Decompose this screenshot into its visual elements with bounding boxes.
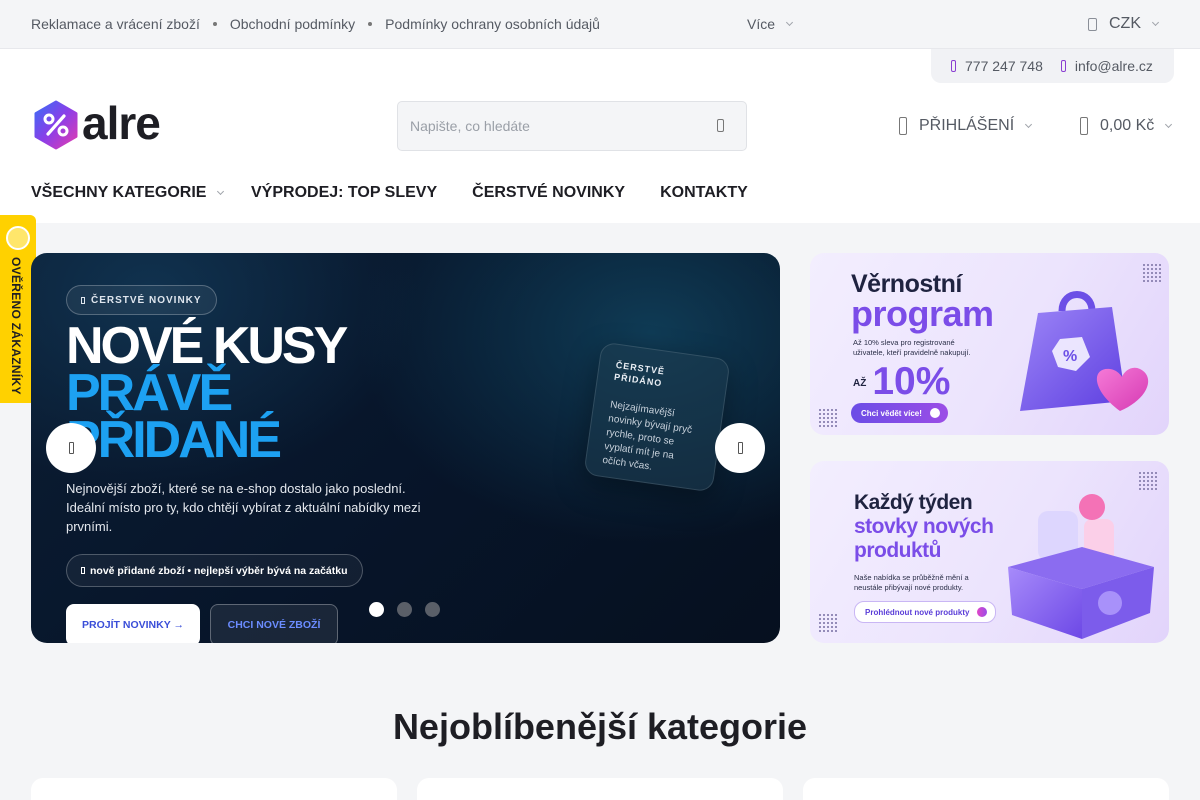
promo-prefix: AŽ — [853, 378, 867, 390]
decor-dots — [818, 408, 838, 428]
search-box — [397, 101, 747, 151]
chevron-down-icon — [785, 18, 794, 27]
phone-link[interactable]: 777 247 748 — [951, 58, 1043, 74]
search-icon[interactable] — [717, 119, 724, 132]
category-card[interactable] — [31, 778, 397, 800]
nav-new-arrivals[interactable]: ČERSTVÉ NOVINKY — [472, 184, 625, 202]
card-title: ČERSTVĚ PŘIDÁNO — [613, 359, 666, 389]
nav-sale[interactable]: VÝPRODEJ: TOP SLEVY — [251, 184, 437, 202]
top-links: Reklamace a vrácení zboží Obchodní podmí… — [31, 16, 600, 32]
seal-icon — [6, 226, 30, 250]
cart-button[interactable]: 0,00 Kč — [1080, 117, 1173, 135]
hero-title: NOVÉ KUSY PRÁVĚ PŘIDANÉ — [66, 317, 348, 469]
nav-all-categories[interactable]: VŠECHNY KATEGORIE — [31, 184, 251, 202]
badge-label: OVĚŘENO ZÁKAZNÍKY — [9, 257, 23, 395]
button-label: Chci vědět více! — [861, 408, 922, 418]
tag-icon — [81, 296, 85, 304]
login-label: PŘIHLÁŠENÍ — [919, 117, 1015, 134]
cart-icon — [1080, 117, 1088, 135]
more-label: Více — [747, 16, 776, 32]
loyalty-more-button[interactable]: Chci vědět více! — [851, 403, 948, 423]
chevron-down-icon — [1151, 18, 1160, 27]
slider-dot[interactable] — [369, 602, 384, 617]
contact-bar: 777 247 748 info@alre.cz — [931, 49, 1174, 83]
gift-box-icon — [1008, 494, 1154, 639]
hero-title-line2: PRÁVĚ — [66, 364, 233, 422]
currency-label: CZK — [1109, 15, 1141, 32]
svg-text:%: % — [1063, 348, 1077, 365]
card-body: Nejzajímavější novinky bývají pryč rychl… — [601, 399, 693, 473]
email-address: info@alre.cz — [1074, 58, 1153, 74]
phone-icon — [951, 60, 956, 72]
nav-contacts[interactable]: KONTAKTY — [660, 184, 748, 202]
link-privacy[interactable]: Podmínky ochrany osobních údajů — [385, 16, 600, 32]
logo[interactable]: alre — [33, 97, 183, 152]
decor-dots — [1138, 471, 1158, 491]
slider-next-button[interactable] — [715, 423, 765, 473]
link-complaints[interactable]: Reklamace a vrácení zboží — [31, 16, 200, 32]
cart-total: 0,00 Kč — [1100, 117, 1155, 134]
browse-new-products-button[interactable]: Prohlédnout nové produkty — [854, 601, 997, 623]
promo-title-accent: program — [851, 293, 994, 334]
promo-title: Každý týden — [854, 491, 973, 514]
phone-number: 777 247 748 — [965, 58, 1043, 74]
slider-dot[interactable] — [425, 602, 440, 617]
currency-selector[interactable]: CZK — [1088, 15, 1160, 33]
chevron-down-icon — [1025, 120, 1033, 129]
hero-tag-label: ČERSTVÉ NOVINKY — [91, 294, 202, 306]
hero-description: Nejnovější zboží, které se na e-shop dos… — [66, 481, 421, 534]
decor-dots — [818, 613, 838, 633]
tag-icon — [81, 567, 85, 574]
slider-dots — [369, 602, 453, 617]
promo-percent: 10% — [872, 360, 951, 403]
weekly-products-banner[interactable]: Každý týden stovky nových produktů Naše … — [810, 461, 1169, 643]
category-card[interactable] — [417, 778, 783, 800]
arrow-right-icon — [929, 408, 940, 418]
chevron-down-icon — [1165, 120, 1173, 129]
link-terms[interactable]: Obchodní podmínky — [230, 16, 355, 32]
header: 777 247 748 info@alre.cz alre Napište, c… — [0, 49, 1200, 223]
decor-dots — [1142, 263, 1162, 283]
login-button[interactable]: PŘIHLÁŠENÍ — [899, 117, 1033, 135]
chevron-down-icon — [217, 187, 225, 196]
hero-title-line3: PŘIDANÉ — [66, 411, 282, 469]
hero-info-pill: nově přidané zboží • nejlepší výběr bývá… — [66, 554, 363, 587]
logo-percent-icon — [34, 100, 78, 150]
promo-discount: AŽ 10% — [853, 360, 950, 404]
want-new-button[interactable]: CHCI NOVÉ ZBOŽÍ — [210, 604, 338, 643]
loyalty-program-banner[interactable]: Věrnostní program Až 10% sleva pro regis… — [810, 253, 1169, 435]
promo-description: Až 10% sleva pro registrované uživatele,… — [853, 338, 971, 357]
arrow-left-icon — [68, 442, 74, 454]
arrow-right-icon — [977, 607, 988, 617]
button-label: Prohlédnout nové produkty — [865, 607, 970, 617]
separator-dot — [212, 22, 217, 26]
category-card[interactable] — [803, 778, 1169, 800]
shopping-bag-icon: % — [1020, 291, 1149, 411]
arrow-right-icon — [737, 442, 743, 454]
section-title: Nejoblíbenější kategorie — [392, 706, 808, 747]
main-nav: VŠECHNY KATEGORIE VÝPRODEJ: TOP SLEVY ČE… — [31, 184, 748, 202]
slider-prev-button[interactable] — [46, 423, 96, 473]
mail-icon — [1060, 60, 1066, 72]
currency-icon — [1088, 17, 1097, 31]
hero-floating-card: ČERSTVĚ PŘIDÁNO Nejzajímavější novinky b… — [583, 341, 731, 493]
hero-tag: ČERSTVÉ NOVINKY — [66, 285, 217, 315]
promo-description: Naše nabídka se průběžně mění a neustále… — [854, 573, 969, 592]
user-icon — [899, 117, 907, 135]
email-link[interactable]: info@alre.cz — [1060, 58, 1153, 74]
hero-pill-label: nově přidané zboží • nejlepší výběr bývá… — [90, 564, 348, 577]
nav-label: VŠECHNY KATEGORIE — [31, 184, 207, 201]
hero-slider: ČERSTVÉ NOVINKY NOVÉ KUSY PRÁVĚ PŘIDANÉ … — [31, 253, 780, 643]
search-input[interactable] — [398, 118, 688, 134]
slider-dot[interactable] — [397, 602, 412, 617]
logo-text: alre — [82, 97, 161, 149]
top-bar: Reklamace a vrácení zboží Obchodní podmí… — [0, 0, 1200, 49]
hero-title-line1: NOVÉ KUSY — [66, 317, 348, 375]
more-menu[interactable]: Více — [747, 16, 794, 32]
browse-new-button[interactable]: PROJÍT NOVINKY → — [66, 604, 200, 643]
separator-dot — [368, 22, 373, 26]
